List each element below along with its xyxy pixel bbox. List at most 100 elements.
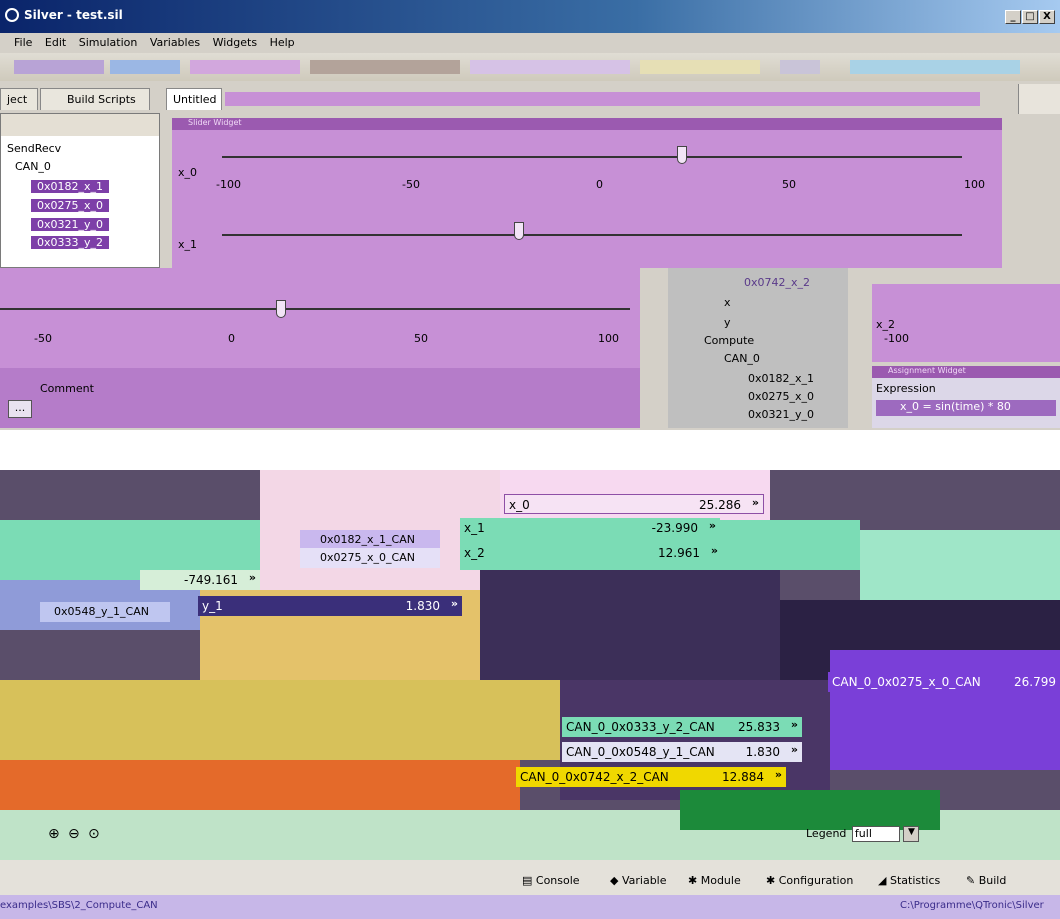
tab-statistics[interactable]: ◢ Statistics xyxy=(878,874,940,887)
chevron-down-icon[interactable]: » xyxy=(711,544,718,557)
value-row-y1[interactable]: y_1 1.830 » xyxy=(198,596,462,616)
menu-file[interactable]: File xyxy=(14,36,32,49)
tree-item[interactable]: x xyxy=(724,296,731,309)
tab-label: Module xyxy=(700,874,741,887)
tree-item[interactable]: 0x0333_y_2 xyxy=(31,236,110,249)
tab-module[interactable]: ✱ Module xyxy=(688,874,741,887)
tab-label: Build xyxy=(978,874,1007,887)
value-row-x2[interactable]: x_2 12.961 » xyxy=(460,543,722,563)
tab-configuration[interactable]: ✱ Configuration xyxy=(766,874,853,887)
menu-edit[interactable]: Edit xyxy=(45,36,66,49)
maximize-button[interactable]: □ xyxy=(1022,10,1038,24)
chevron-down-icon[interactable]: » xyxy=(791,718,798,731)
value-label: x_1 xyxy=(464,521,485,535)
toolbar-icons-4[interactable] xyxy=(310,60,460,74)
chevron-down-icon[interactable]: » xyxy=(752,496,759,509)
menu-variables[interactable]: Variables xyxy=(150,36,200,49)
value-number: 26.799 xyxy=(1014,675,1056,689)
value-number: -749.161 xyxy=(184,573,238,587)
plot-region xyxy=(830,650,1060,770)
tree-can0[interactable]: CAN_0 xyxy=(15,160,51,173)
can-value-row[interactable]: CAN_0_0x0333_y_2_CAN 25.833 » xyxy=(562,717,802,737)
value-label: x_2 xyxy=(464,546,485,560)
tree-item[interactable]: 0x0182_x_1 xyxy=(31,180,110,193)
value-row-can[interactable]: CAN_0_0x0275_x_0_CAN 26.799 xyxy=(828,672,1060,692)
zoom-controls: ⊕ ⊖ ⊙ xyxy=(44,826,114,844)
tick-label: 0 xyxy=(228,332,235,345)
chevron-down-icon[interactable]: ▼ xyxy=(903,826,920,842)
toolbar-icons-5[interactable] xyxy=(470,60,630,74)
tree-item[interactable]: 0x0321_y_0 xyxy=(748,408,814,421)
value-row-x0[interactable]: x_0 25.286 » xyxy=(504,494,764,514)
plot-region xyxy=(480,570,780,680)
expression-row[interactable]: x_0 = sin(time) * 80 xyxy=(876,400,1056,416)
tree-item[interactable]: 0x0275_x_0 xyxy=(31,199,110,212)
toolbar-icons-3[interactable] xyxy=(190,60,300,74)
zoom-out-icon[interactable]: ⊖ xyxy=(68,826,80,842)
close-button[interactable]: X xyxy=(1039,10,1055,24)
tree-item[interactable]: y xyxy=(724,316,731,329)
tree-item[interactable]: 0x0742_x_2 xyxy=(744,276,810,289)
zoom-in-icon[interactable]: ⊕ xyxy=(48,826,60,842)
value-number: 25.286 xyxy=(699,498,741,512)
chevron-down-icon[interactable]: » xyxy=(249,571,256,584)
tick-label: 100 xyxy=(598,332,619,345)
tab-untitled[interactable]: Untitled xyxy=(166,88,222,110)
slider-thumb[interactable] xyxy=(276,300,286,318)
can-signal-label: 0x0182_x_1_CAN xyxy=(320,533,415,546)
menu-simulation[interactable]: Simulation xyxy=(79,36,138,49)
right-view-tab[interactable] xyxy=(1018,84,1060,114)
toolbar-icons-7[interactable] xyxy=(780,60,820,74)
slider-label: x_1 xyxy=(178,238,198,251)
slider-label: x_2 xyxy=(876,318,896,331)
slider-track[interactable] xyxy=(222,156,962,158)
menu-help[interactable]: Help xyxy=(270,36,295,49)
tree-toolbar xyxy=(1,114,159,136)
slider-track[interactable] xyxy=(222,234,962,236)
comment-header: Comment xyxy=(40,382,94,395)
zoom-reset-icon[interactable]: ⊙ xyxy=(88,826,100,842)
can-signal-item[interactable]: 0x0548_y_1_CAN xyxy=(40,602,170,622)
slider-track[interactable] xyxy=(0,308,630,310)
tick-label: -50 xyxy=(402,178,420,191)
tab-build[interactable]: ✎ Build xyxy=(966,874,1006,887)
tab-console[interactable]: ▤ Console xyxy=(522,874,580,887)
chevron-down-icon[interactable]: » xyxy=(451,597,458,610)
tab-variable[interactable]: ◆ Variable xyxy=(610,874,667,887)
value-label: CAN_0_0x0742_x_2_CAN xyxy=(520,770,669,784)
can-value-row[interactable]: CAN_0_0x0548_y_1_CAN 1.830 » xyxy=(562,742,802,762)
comment-panel: Comment ... xyxy=(0,368,640,428)
toolbar xyxy=(0,53,1060,81)
toolbar-icons-1[interactable] xyxy=(14,60,104,74)
slider-label: x_0 xyxy=(178,166,198,179)
tree-item[interactable]: CAN_0 xyxy=(724,352,760,365)
menu-widgets[interactable]: Widgets xyxy=(213,36,257,49)
tab-project[interactable]: ject xyxy=(0,88,38,110)
value-row-x1[interactable]: x_1 -23.990 » xyxy=(460,518,720,538)
tree-item[interactable]: 0x0321_y_0 xyxy=(31,218,110,231)
comment-button[interactable]: ... xyxy=(8,400,32,418)
status-right-path: C:\Programme\QTronic\Silver xyxy=(900,900,1044,911)
slider-thumb[interactable] xyxy=(677,146,687,164)
chevron-down-icon[interactable]: » xyxy=(709,519,716,532)
value-readout[interactable]: -749.161 » xyxy=(140,570,260,590)
tree-item[interactable]: 0x0275_x_0 xyxy=(748,390,814,403)
chevron-down-icon[interactable]: » xyxy=(791,743,798,756)
toolbar-icons-8[interactable] xyxy=(850,60,1020,74)
slider-thumb[interactable] xyxy=(514,222,524,240)
minimize-button[interactable]: _ xyxy=(1005,10,1021,24)
chevron-down-icon[interactable]: » xyxy=(775,768,782,781)
configuration-icon: ✱ xyxy=(766,874,779,887)
toolbar-icons-2[interactable] xyxy=(110,60,180,74)
tab-build-scripts[interactable]: Build Scripts xyxy=(40,88,150,110)
toolbar-icons-6[interactable] xyxy=(640,60,760,74)
can-signal-item[interactable]: 0x0182_x_1_CAN xyxy=(300,530,440,550)
slider-widget: Slider Widget x_0 -100 -50 0 50 100 x_1 xyxy=(172,118,1002,268)
can-signal-item[interactable]: 0x0275_x_0_CAN xyxy=(300,548,440,568)
value-number: 1.830 xyxy=(745,745,780,759)
can-value-row[interactable]: CAN_0_0x0742_x_2_CAN 12.884 » xyxy=(516,767,786,787)
tree-root[interactable]: SendRecv xyxy=(7,142,61,155)
legend-select[interactable]: full xyxy=(851,826,900,842)
tree-item[interactable]: Compute xyxy=(704,334,754,347)
tree-item[interactable]: 0x0182_x_1 xyxy=(748,372,814,385)
